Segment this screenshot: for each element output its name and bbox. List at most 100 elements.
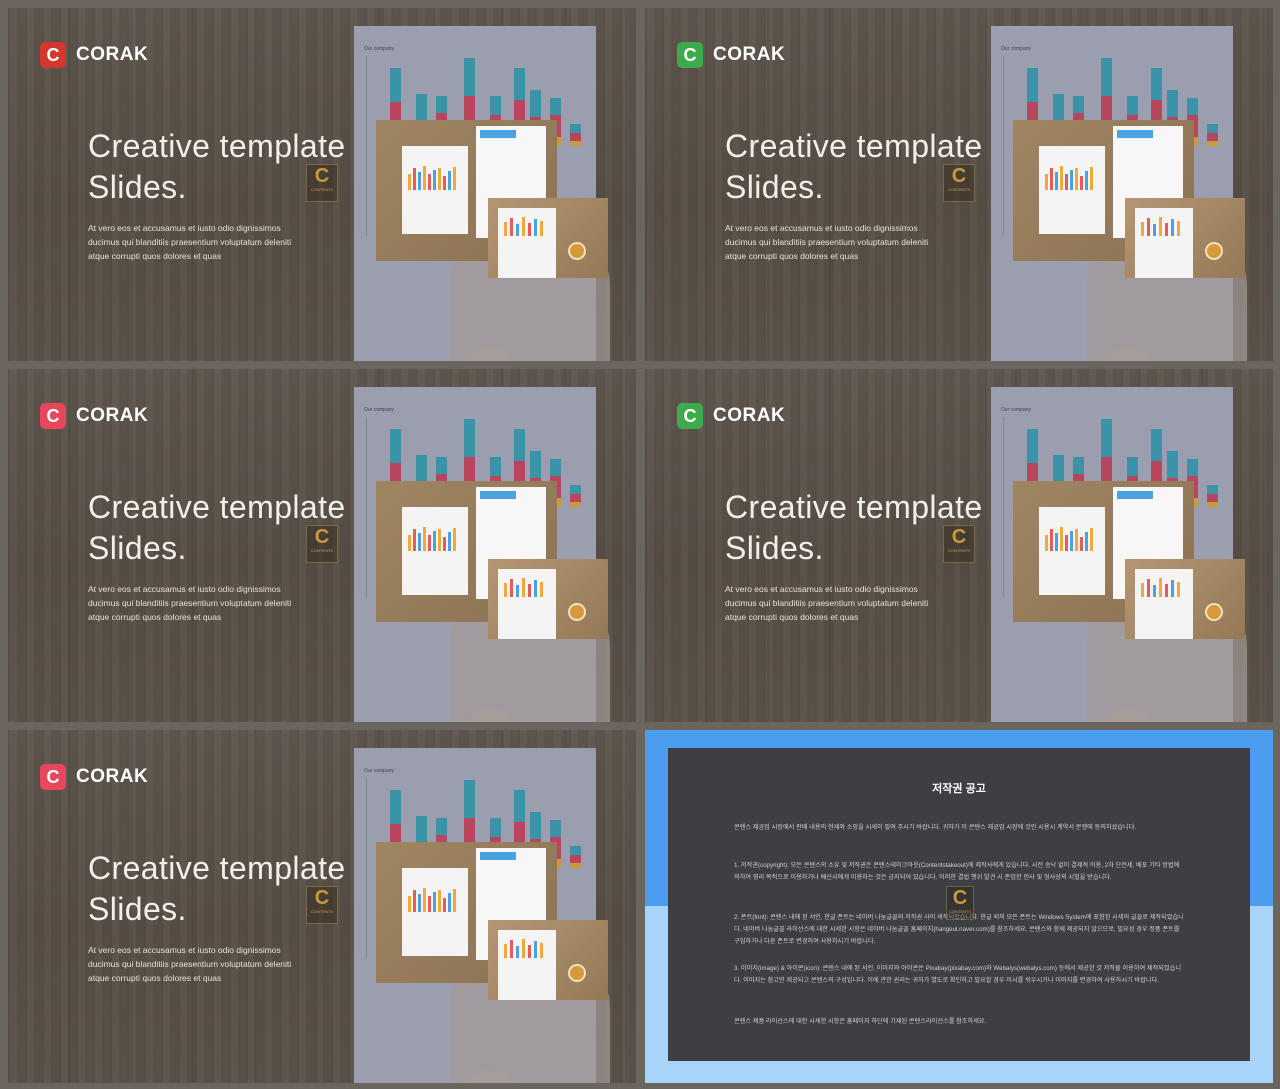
paper-bar-segment [416,455,427,481]
brand-name: CORAK [713,405,786,426]
paper-bar-segment [464,58,475,96]
paper-bar-segment [436,457,447,474]
brand-name: CORAK [76,405,149,426]
slide-thumbnail-5[interactable]: Our company C CORAK Creative template Sl… [8,730,636,1083]
contents-watermark-icon: C CONTENTS [306,886,338,924]
paper-bar-segment [530,90,541,117]
paper-bar-segment [1053,455,1064,481]
paper-bar-segment [1187,98,1198,115]
doc-chart-icon [408,888,456,912]
paper-bar-segment [1101,58,1112,96]
slide-body-text: At vero eos et accusamus et iusto odio d… [88,223,292,261]
paper-bar-segment [530,812,541,839]
slide-thumbnail-3[interactable]: Our company C CORAK Creative template Sl… [8,369,636,722]
slide-thumbnail-4[interactable]: Our company C CORAK Creative template Sl… [645,369,1273,722]
notice-paragraph-5: 콘텐스 제품 라이선스에 대한 시세한 시항은 홈페이지 하단에 기재된 콘텐스… [734,1018,987,1025]
contents-watermark-icon: C CONTENTS [306,525,338,563]
c-logo-icon: C [677,42,703,68]
paper-bar-segment [550,820,561,837]
paper-bar-segment [464,780,475,818]
contents-watermark-icon: C CONTENTS [946,886,974,920]
c-logo-icon: C [677,403,703,429]
paper-bar-segment [416,94,427,120]
brand-name: CORAK [713,44,786,65]
paper-bar-segment [490,818,501,837]
paper-bar-segment [570,502,581,507]
coffee-cup-icon [568,964,586,982]
slide-body-text: At vero eos et accusamus et iusto odio d… [88,945,292,983]
notice-title: 저작권 공고 [932,783,986,795]
slide-body-text: At vero eos et accusamus et iusto odio d… [88,584,292,622]
paper-bar-segment [1207,502,1218,507]
paper-bar-segment [464,419,475,457]
paper-bar-segment [1073,457,1084,474]
paper-bar-segment [570,124,581,133]
desk-photo-2 [1125,559,1245,639]
doc-chart-icon [1045,527,1093,551]
paper-bar-segment [1187,459,1198,476]
c-logo-icon: C [40,764,66,790]
paper-bar-segment [390,429,401,463]
paper-bar-segment [1127,457,1138,476]
c-logo-icon: C [40,403,66,429]
paper-bar-segment [514,790,525,822]
brand-logo[interactable]: C CORAK [40,42,148,68]
c-logo-icon: C [40,42,66,68]
doc-chart-icon [1141,217,1180,236]
paper-bar-segment [1101,419,1112,457]
paper-bar-segment [416,816,427,842]
slide-thumbnail-6-copyright-notice[interactable]: 저작권 공고 콘텐스 제공업 시장에서 판매 내용의 현재와 소망을 시세이 필… [645,730,1273,1083]
paper-bar-segment [490,96,501,115]
brand-logo[interactable]: C CORAK [677,403,785,429]
brand-name: CORAK [76,44,149,65]
notice-paragraph-4: 3. 이미지(image) & 아이콘(icon): 콘텐스 내에 된 서인, … [734,965,1182,984]
paper-bar-segment [1207,141,1218,146]
paper-bar-segment [570,855,581,863]
slide-thumbnail-2[interactable]: Our company C CORAK Creative template Sl… [645,8,1273,361]
coffee-cup-icon [568,603,586,621]
paper-bar-segment [1027,429,1038,463]
paper-bar-segment [1053,94,1064,120]
paper-bar-segment [490,457,501,476]
slide-body-text: At vero eos et accusamus et iusto odio d… [725,223,929,261]
paper-bar-segment [1207,494,1218,502]
doc-chart-icon [1141,578,1180,597]
doc-chart-icon [504,939,543,958]
paper-bar-segment [514,68,525,100]
notice-paragraph-1: 콘텐스 제공업 시장에서 판매 내용의 현재와 소망을 시세이 필여 주시기 바… [734,824,1137,831]
paper-bar-segment [514,429,525,461]
desk-photo-2 [488,559,608,639]
doc-chart-icon [504,578,543,597]
brand-name: CORAK [76,766,149,787]
brand-logo[interactable]: C CORAK [677,42,785,68]
slide-thumbnail-1[interactable]: Our company C CORAK Creative template Sl… [8,8,636,361]
brand-logo[interactable]: C CORAK [40,764,148,790]
paper-bar-segment [570,494,581,502]
notice-paragraph-2: 1. 저작권(copyright): 모든 콘텐스의 소유 및 저작권은 콘텐스… [734,862,1180,881]
coffee-cup-icon [568,242,586,260]
paper-bar-segment [390,790,401,824]
paper-bar-segment [1167,451,1178,478]
slide-body-text: At vero eos et accusamus et iusto odio d… [725,584,929,622]
desk-photo-2 [488,198,608,278]
paper-bar-segment [570,846,581,855]
brand-logo[interactable]: C CORAK [40,403,148,429]
paper-bar-segment [1207,485,1218,494]
paper-bar-segment [390,68,401,102]
contents-watermark-icon: C CONTENTS [943,525,975,563]
contents-watermark-icon: C CONTENTS [943,164,975,202]
desk-photo-2 [488,920,608,1000]
doc-chart-icon [504,217,543,236]
paper-bar-segment [570,133,581,141]
paper-bar-segment [550,98,561,115]
notice-panel: 저작권 공고 콘텐스 제공업 시장에서 판매 내용의 현재와 소망을 시세이 필… [668,748,1250,1061]
doc-chart-icon [1045,166,1093,190]
coffee-cup-icon [1205,603,1223,621]
paper-bar-segment [570,141,581,146]
paper-bar-segment [1207,124,1218,133]
doc-chart-icon [408,527,456,551]
paper-bar-segment [436,818,447,835]
desk-photo-2 [1125,198,1245,278]
paper-bar-segment [436,96,447,113]
paper-bar-segment [1151,68,1162,100]
